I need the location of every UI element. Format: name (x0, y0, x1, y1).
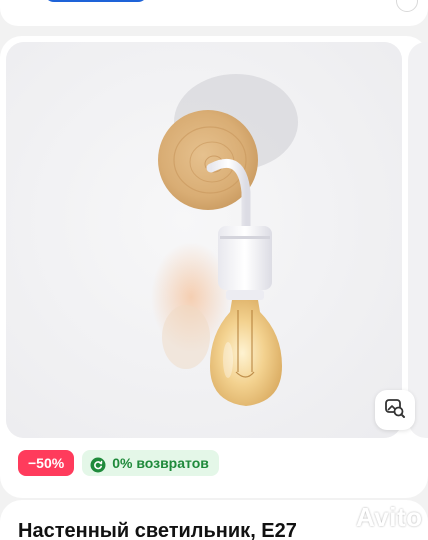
return-arrow-icon (90, 455, 106, 473)
image-search-icon (384, 397, 406, 424)
circle-button-edge[interactable] (396, 0, 418, 12)
image-search-button[interactable] (375, 390, 415, 430)
returns-badge[interactable]: 0% возвратов (82, 450, 219, 476)
product-title: Настенный светильник, E27 (18, 520, 297, 540)
watermark-text: Avito (356, 502, 423, 532)
primary-button-edge[interactable] (44, 0, 148, 2)
product-photo[interactable] (6, 42, 402, 438)
wall-lamp-image (6, 42, 402, 438)
discount-badge: −50% (18, 450, 75, 476)
previous-card-edge (0, 0, 428, 26)
product-page: −50% 0% возвратов Настенный светильник, … (0, 0, 428, 540)
avito-watermark: Avito (321, 502, 423, 533)
badge-row: −50% 0% возвратов (18, 450, 219, 476)
next-photo-preview[interactable] (408, 42, 428, 438)
avito-logo-icon (321, 502, 352, 533)
returns-badge-label: 0% возвратов (112, 455, 209, 471)
